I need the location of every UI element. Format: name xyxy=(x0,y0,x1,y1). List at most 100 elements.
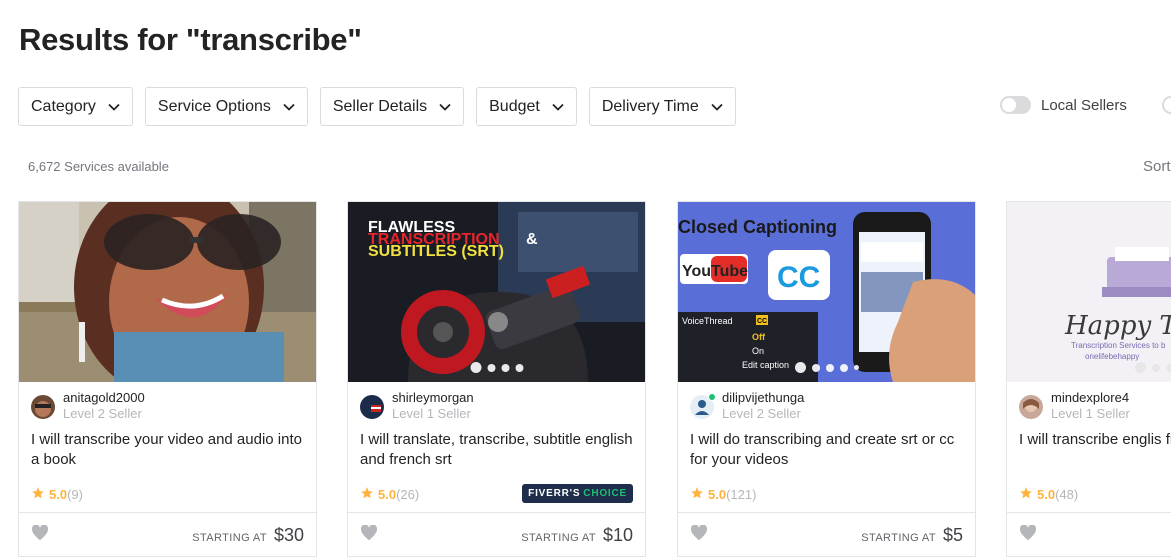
avatar[interactable] xyxy=(1019,395,1043,419)
seller-level: Level 2 Seller xyxy=(63,406,142,421)
local-sellers-toggle[interactable] xyxy=(1000,96,1031,114)
filter-service-options[interactable]: Service Options xyxy=(144,87,308,126)
price[interactable]: STARTING AT $10 xyxy=(521,525,633,546)
price-prefix: STARTING AT xyxy=(861,532,936,544)
gig-title[interactable]: I will translate, transcribe, subtitle e… xyxy=(360,430,636,470)
badge-text: FIVERR'S xyxy=(528,488,581,499)
filter-label: Category xyxy=(31,97,96,115)
gig-rating: 5.0 (26) xyxy=(360,486,419,503)
rating-score: 5.0 xyxy=(1037,487,1056,502)
gig-thumbnail[interactable]: Happy Tra Transcription Services to b on… xyxy=(1007,202,1171,382)
thumb-heading: Closed Captioning xyxy=(678,217,837,237)
gig-rating: 5.0 (121) xyxy=(690,486,756,503)
carousel-dot[interactable] xyxy=(1166,363,1171,372)
panel-option-on: On xyxy=(752,346,764,356)
secondary-toggle[interactable] xyxy=(1162,96,1171,114)
seller-level: Level 1 Seller xyxy=(392,406,471,421)
rating-count: (26) xyxy=(396,487,420,502)
carousel-dot[interactable] xyxy=(515,363,523,372)
chevron-down-icon xyxy=(711,101,723,113)
gig-thumbnail[interactable]: Closed Captioning YouTube CC VoiceThread… xyxy=(678,202,975,382)
filter-seller-details[interactable]: Seller Details xyxy=(319,87,465,126)
gig-title[interactable]: I will transcribe your video and audio i… xyxy=(31,430,307,470)
chevron-down-icon xyxy=(439,101,451,113)
star-icon xyxy=(690,486,704,503)
seller-name[interactable]: dilipvijethunga xyxy=(722,390,804,405)
seller-info: shirleymorgan Level 1 Seller xyxy=(360,390,474,423)
carousel-dot[interactable] xyxy=(1152,363,1160,372)
avatar[interactable] xyxy=(690,393,716,419)
gig-rating: 5.0 (48) xyxy=(1019,486,1078,503)
gig-title[interactable]: I will do transcribing and create srt or… xyxy=(690,430,966,470)
panel-cc: CC xyxy=(757,318,767,325)
seller-info: mindexplore4 Level 1 Seller xyxy=(1019,390,1130,423)
filter-label: Delivery Time xyxy=(601,97,699,115)
carousel-dot[interactable] xyxy=(470,362,481,373)
filter-budget[interactable]: Budget xyxy=(476,87,577,126)
search-results-page: Results for "transcribe" Category Servic… xyxy=(0,0,1171,558)
thumb-headline-3: SUBTITLES (SRT) xyxy=(368,243,504,260)
gig-thumbnail[interactable] xyxy=(19,202,316,382)
gig-card[interactable]: anitagold2000 Level 2 Seller I will tran… xyxy=(18,201,317,557)
cc-logo-text: CC xyxy=(777,261,820,294)
price-value: $5 xyxy=(942,525,963,545)
gig-footer: STARTING AT $30 xyxy=(19,512,316,556)
price[interactable]: STARTING AT $5 xyxy=(861,525,963,546)
carousel-dots xyxy=(794,362,859,373)
results-count: 6,672 Services available xyxy=(28,159,169,174)
heart-icon[interactable] xyxy=(690,524,708,546)
local-sellers-label: Local Sellers xyxy=(1041,96,1127,114)
star-icon xyxy=(31,486,45,503)
panel-edit: Edit caption xyxy=(742,360,789,370)
gig-card[interactable]: Happy Tra Transcription Services to b on… xyxy=(1006,201,1171,557)
seller-level: Level 2 Seller xyxy=(722,406,801,421)
panel-title: VoiceThread xyxy=(682,316,733,326)
gig-card[interactable]: Closed Captioning YouTube CC VoiceThread… xyxy=(677,201,976,557)
rating-score: 5.0 xyxy=(708,487,727,502)
carousel-dot[interactable] xyxy=(839,363,848,372)
price-value: $30 xyxy=(273,525,304,545)
thumb-headline-amp: & xyxy=(526,231,538,248)
carousel-dots xyxy=(470,362,523,373)
carousel-dot[interactable] xyxy=(794,362,806,373)
sort-dropdown[interactable]: Sort xyxy=(1143,158,1171,175)
carousel-dot[interactable] xyxy=(487,363,495,372)
gig-footer: STARTING AT $5 xyxy=(678,512,975,556)
carousel-dot[interactable] xyxy=(811,363,820,372)
seller-level: Level 1 Seller xyxy=(1051,406,1130,421)
gig-thumbnail[interactable]: FLAWLESS TRANSCRIPTION & SUBTITLES (SRT) xyxy=(348,202,645,382)
seller-name[interactable]: anitagold2000 xyxy=(63,390,145,405)
gig-card[interactable]: FLAWLESS TRANSCRIPTION & SUBTITLES (SRT)… xyxy=(347,201,646,557)
youtube-logo-text: YouTube xyxy=(682,263,748,280)
price[interactable]: STARTING AT $30 xyxy=(192,525,304,546)
rating-count: (121) xyxy=(726,487,757,502)
seller-name[interactable]: mindexplore4 xyxy=(1051,390,1130,405)
filter-label: Service Options xyxy=(157,97,271,115)
rating-count: (48) xyxy=(1055,487,1079,502)
filter-delivery-time[interactable]: Delivery Time xyxy=(588,87,736,126)
carousel-dot[interactable] xyxy=(501,363,509,372)
price-prefix: STARTING AT xyxy=(521,532,596,544)
carousel-dot[interactable] xyxy=(1135,362,1146,373)
thumb-heading: Happy Tra xyxy=(1064,311,1171,341)
carousel-dot[interactable] xyxy=(825,363,834,372)
page-title: Results for "transcribe" xyxy=(19,22,362,57)
seller-info: dilipvijethunga Level 2 Seller xyxy=(690,390,804,423)
rating-count: (9) xyxy=(67,487,83,502)
gig-title[interactable]: I will transcribe englis files to perfec… xyxy=(1019,430,1171,450)
heart-icon[interactable] xyxy=(31,524,49,546)
heart-icon[interactable] xyxy=(1019,524,1037,546)
star-icon xyxy=(360,486,374,503)
seller-name[interactable]: shirleymorgan xyxy=(392,390,474,405)
avatar[interactable] xyxy=(31,395,55,419)
online-indicator xyxy=(708,393,716,401)
avatar[interactable] xyxy=(360,395,384,419)
filter-label: Seller Details xyxy=(332,97,428,115)
local-sellers-toggle-row: Local Sellers xyxy=(1000,96,1127,114)
price-prefix: STARTING AT xyxy=(192,532,267,544)
badge-accent-text: CHOICE xyxy=(583,488,627,499)
chevron-down-icon xyxy=(552,101,564,113)
filter-category[interactable]: Category xyxy=(18,87,133,126)
heart-icon[interactable] xyxy=(360,524,378,546)
carousel-dot[interactable] xyxy=(853,365,859,370)
